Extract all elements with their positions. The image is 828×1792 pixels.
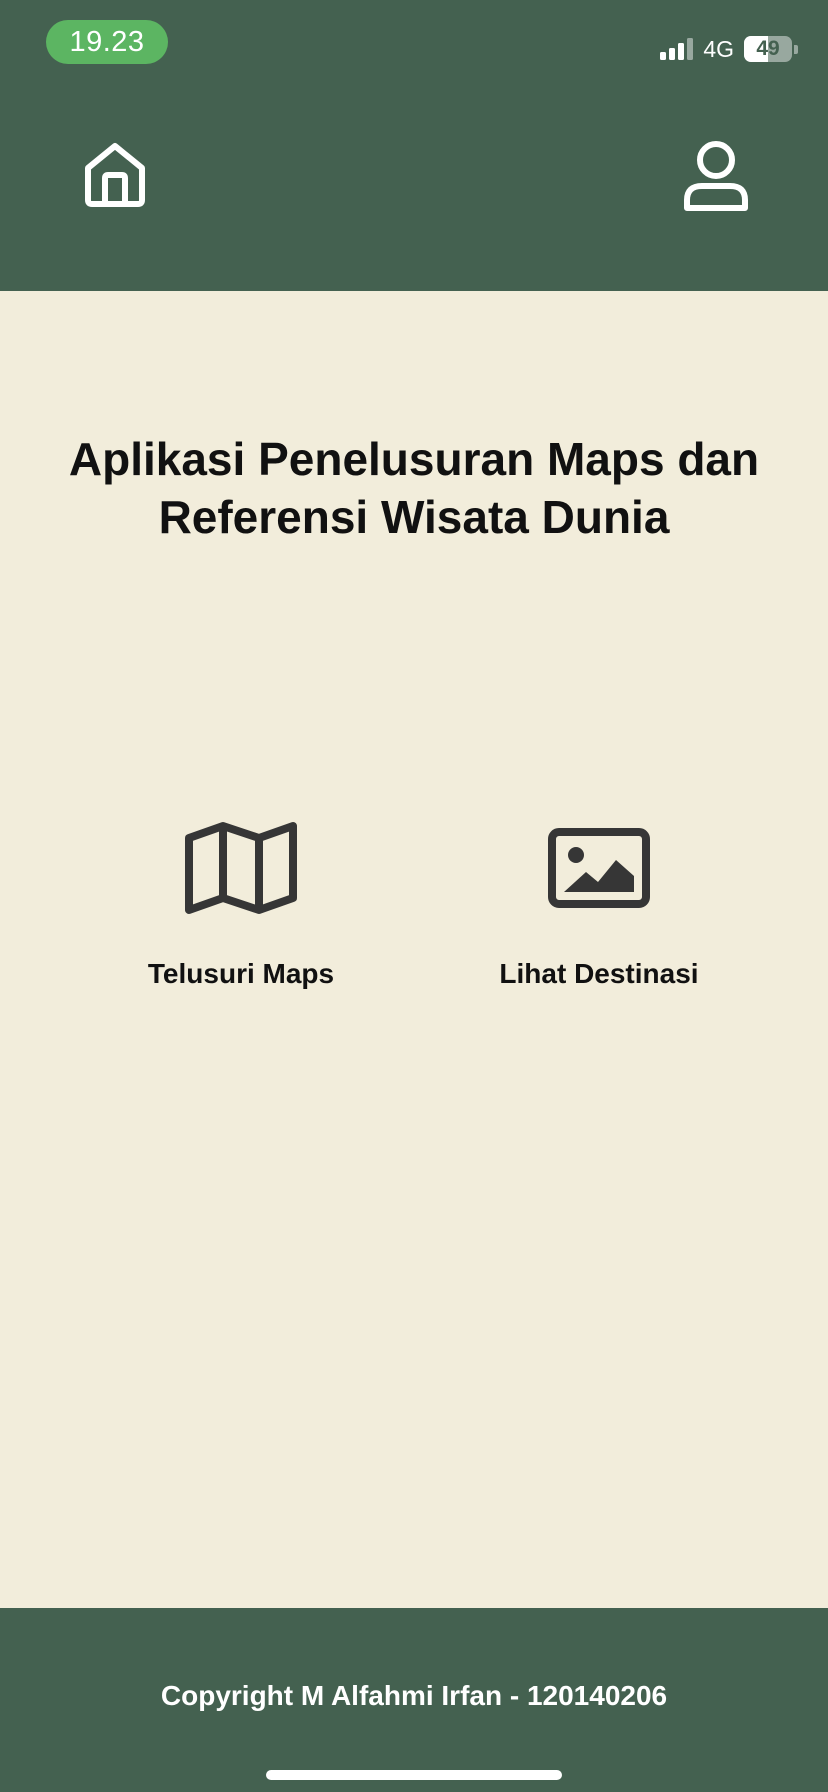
home-button[interactable] [82, 140, 148, 210]
user-icon [684, 141, 748, 211]
view-destinations-button[interactable]: Lihat Destinasi [449, 810, 749, 1000]
copyright-text: Copyright M Alfahmi Irfan - 120140206 [160, 1680, 668, 1711]
page-title: Aplikasi Penelusuran Maps dan Referensi … [68, 433, 760, 543]
signal-icon [660, 38, 694, 60]
browse-maps-label: Telusuri Maps [147, 958, 335, 989]
browse-maps-button[interactable]: Telusuri Maps [91, 810, 391, 1000]
image-icon [548, 828, 650, 908]
home-indicator[interactable] [266, 1770, 562, 1780]
app-footer: Copyright M Alfahmi Irfan - 120140206 [0, 1608, 828, 1792]
home-icon [85, 143, 145, 207]
status-indicators: 4G 49 [660, 34, 798, 64]
view-destinations-label: Lihat Destinasi [499, 958, 699, 989]
map-icon [185, 822, 297, 914]
status-time: 19.23 [46, 20, 168, 64]
profile-button[interactable] [682, 140, 750, 214]
battery-level: 49 [756, 37, 780, 60]
app-header: 19.23 4G 49 [0, 0, 828, 291]
battery-icon: 49 [744, 36, 798, 62]
network-type: 4G [703, 36, 734, 62]
